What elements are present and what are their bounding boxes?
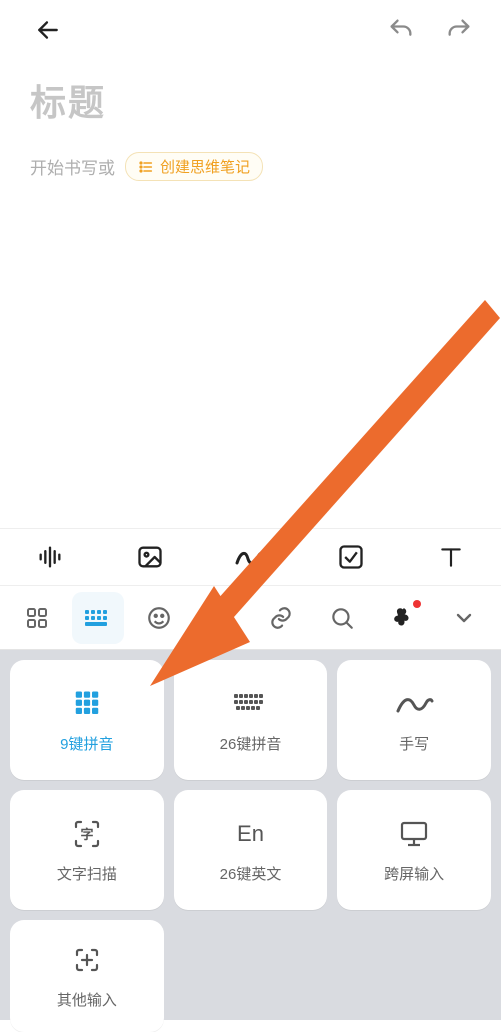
- topbar: [0, 0, 501, 60]
- tile-handwrite[interactable]: 手写: [337, 660, 491, 780]
- monitor-icon: [398, 817, 430, 851]
- english-icon: En: [237, 817, 264, 851]
- kb-header: [0, 586, 501, 650]
- kb-keyboard-button[interactable]: [72, 592, 124, 644]
- add-box-icon: [72, 943, 102, 977]
- tile-label: 其他输入: [57, 989, 117, 1010]
- kb-apps-button[interactable]: [11, 592, 63, 644]
- kb-collapse-button[interactable]: [438, 592, 490, 644]
- mindnote-label: 创建思维笔记: [160, 156, 250, 177]
- tile-other-input[interactable]: 其他输入: [10, 920, 164, 1032]
- tile-label: 文字扫描: [57, 863, 117, 884]
- toolbar-voice[interactable]: [0, 529, 100, 585]
- tile-label: 手写: [399, 733, 429, 754]
- kb-search-button[interactable]: [316, 592, 368, 644]
- editor-toolbar: [0, 528, 501, 586]
- undo-button[interactable]: [383, 12, 419, 48]
- editor-area[interactable]: 标题 开始书写或 创建思维笔记: [0, 74, 501, 181]
- tile-label: 9键拼音: [60, 733, 113, 754]
- create-mindnote-chip[interactable]: 创建思维笔记: [125, 152, 263, 181]
- toolbar-checkbox[interactable]: [301, 529, 401, 585]
- list-icon: [138, 159, 154, 175]
- toolbar-image[interactable]: [100, 529, 200, 585]
- tile-english-26[interactable]: En 26键英文: [174, 790, 328, 910]
- keypad-9-icon: [72, 687, 102, 721]
- kb-sticker-button[interactable]: [194, 592, 246, 644]
- back-button[interactable]: [30, 12, 66, 48]
- title-input[interactable]: 标题: [30, 74, 471, 126]
- tile-label: 跨屏输入: [384, 863, 444, 884]
- keypad-26-icon: [233, 687, 267, 721]
- notification-dot: [413, 600, 421, 608]
- toolbar-text[interactable]: [401, 529, 501, 585]
- svg-text:字: 字: [80, 827, 93, 842]
- handwrite-icon: [394, 687, 434, 721]
- tile-pinyin-26[interactable]: 26键拼音: [174, 660, 328, 780]
- redo-button[interactable]: [441, 12, 477, 48]
- kb-clover-button[interactable]: [377, 592, 429, 644]
- kb-emoji-button[interactable]: [133, 592, 185, 644]
- body-placeholder: 开始书写或: [30, 154, 115, 179]
- tile-cross-screen[interactable]: 跨屏输入: [337, 790, 491, 910]
- tile-label: 26键英文: [220, 863, 282, 884]
- tile-pinyin-9[interactable]: 9键拼音: [10, 660, 164, 780]
- toolbar-scribble[interactable]: [200, 529, 300, 585]
- kb-link-button[interactable]: [255, 592, 307, 644]
- tile-label: 26键拼音: [220, 733, 282, 754]
- input-method-panel: 9键拼音 26键拼音 手写 字 文字扫描 En: [0, 650, 501, 1020]
- ocr-icon: 字: [71, 817, 103, 851]
- body-line[interactable]: 开始书写或 创建思维笔记: [30, 152, 471, 181]
- tile-ocr[interactable]: 字 文字扫描: [10, 790, 164, 910]
